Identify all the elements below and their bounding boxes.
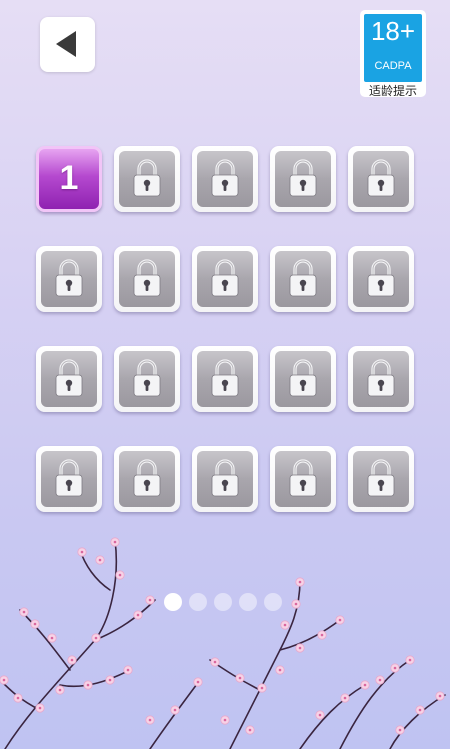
locked-level-tile[interactable] [270,346,336,412]
lock-icon [211,459,239,497]
locked-level-tile[interactable] [348,346,414,412]
lock-icon [367,359,395,397]
locked-level-tile[interactable] [36,246,102,312]
lock-icon [211,359,239,397]
cherry-blossom-decoration [0,537,446,749]
age-rating-org: CADPA [374,60,412,72]
age-rating-caption: 适龄提示 [368,84,417,98]
lock-icon [55,259,83,297]
locked-level-tile[interactable] [114,346,180,412]
lock-icon [55,359,83,397]
locked-level-tile[interactable] [270,446,336,512]
locked-level-tile[interactable] [114,246,180,312]
back-button[interactable] [40,17,95,72]
lock-icon [211,259,239,297]
locked-level-tile[interactable] [348,446,414,512]
lock-icon [367,159,395,197]
lock-icon [133,359,161,397]
locked-level-tile[interactable] [270,246,336,312]
locked-level-tile[interactable] [192,346,258,412]
lock-icon [133,259,161,297]
lock-icon [367,259,395,297]
age-rating-badge[interactable]: 18+ CADPA 适龄提示 [360,10,426,98]
locked-level-tile[interactable] [192,246,258,312]
level-grid: 1 [36,146,416,512]
locked-level-tile[interactable] [36,346,102,412]
lock-icon [211,159,239,197]
locked-level-tile[interactable] [270,146,336,212]
locked-level-tile[interactable] [192,446,258,512]
locked-level-tile[interactable] [36,446,102,512]
locked-level-tile[interactable] [348,146,414,212]
locked-level-tile[interactable] [192,146,258,212]
level-number: 1 [59,159,79,197]
age-rating-number: 18+ [370,16,416,46]
locked-level-tile[interactable] [114,446,180,512]
lock-icon [289,359,317,397]
locked-level-tile[interactable] [114,146,180,212]
lock-icon [289,459,317,497]
locked-level-tile[interactable] [348,246,414,312]
lock-icon [55,459,83,497]
lock-icon [367,459,395,497]
level-tile-1[interactable]: 1 [36,146,102,212]
lock-icon [289,159,317,197]
lock-icon [133,159,161,197]
back-arrow-icon [56,31,76,57]
lock-icon [133,459,161,497]
lock-icon [289,259,317,297]
